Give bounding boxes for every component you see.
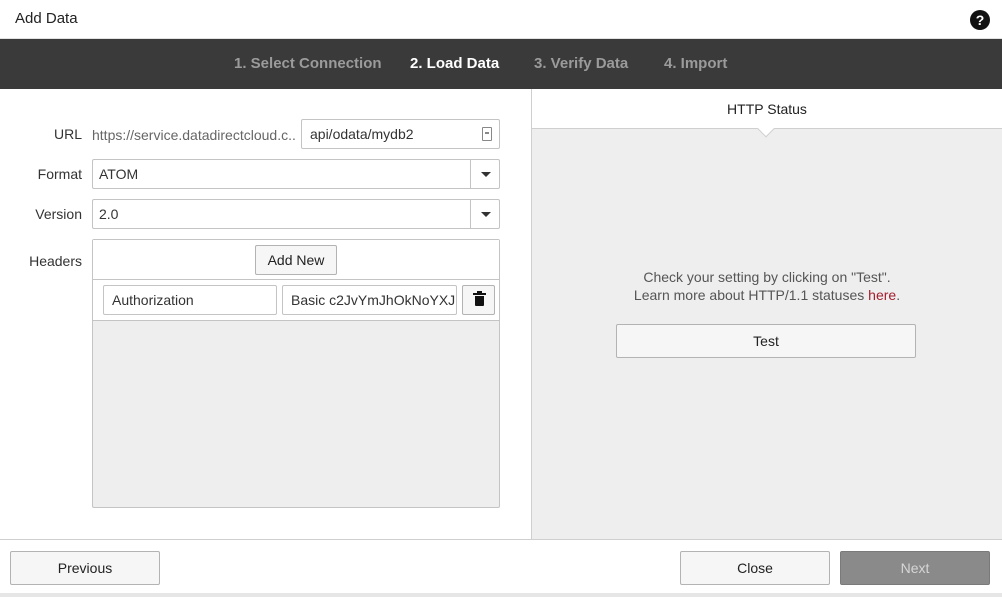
header-name-value: Authorization	[112, 292, 194, 308]
load-data-form: URL https://service.datadirectcloud.c...…	[0, 89, 531, 539]
status-message-text: Learn more about HTTP/1.1 statuses	[633, 287, 869, 303]
trash-icon-body	[475, 296, 484, 306]
dialog-title: Add Data	[15, 10, 78, 27]
chevron-down-icon[interactable]	[470, 160, 499, 188]
step-import[interactable]: 4. Import	[664, 55, 727, 72]
status-message-line2: Learn more about HTTP/1.1 statuses here.	[532, 287, 1002, 303]
step-verify-data[interactable]: 3. Verify Data	[534, 55, 628, 72]
version-value: 2.0	[99, 206, 119, 222]
format-label: Format	[37, 166, 82, 182]
header-value-input[interactable]: Basic c2JvYmJhOkNoYXJpe	[282, 285, 457, 315]
header-name-input[interactable]: Authorization	[103, 285, 277, 315]
format-select[interactable]: ATOM	[92, 159, 500, 189]
url-base-text: https://service.datadirectcloud.c...	[92, 127, 297, 143]
close-button[interactable]: Close	[680, 551, 830, 585]
http-status-panel: HTTP Status Check your setting by clicki…	[531, 89, 1002, 539]
wizard-steps: 1. Select Connection 2. Load Data 3. Ver…	[0, 39, 1002, 89]
headers-toolbar: Add New	[93, 240, 499, 280]
step-select-connection[interactable]: 1. Select Connection	[234, 55, 382, 72]
dialog-titlebar: Add Data ?	[0, 0, 1002, 39]
url-path-input[interactable]: api/odata/mydb2	[301, 119, 500, 149]
test-button[interactable]: Test	[616, 324, 916, 358]
step-load-data[interactable]: 2. Load Data	[410, 55, 499, 72]
status-message-line1: Check your setting by clicking on "Test"…	[643, 269, 891, 285]
delete-header-button[interactable]	[462, 285, 495, 315]
version-label: Version	[35, 206, 82, 222]
trash-icon	[473, 293, 486, 295]
help-icon[interactable]: ?	[970, 10, 990, 30]
dialog-footer: Previous Close Next	[0, 539, 1002, 597]
header-value-value: Basic c2JvYmJhOkNoYXJpe	[291, 292, 457, 308]
chevron-down-icon[interactable]	[470, 200, 499, 228]
format-value: ATOM	[99, 166, 139, 182]
http-statuses-link[interactable]: here	[868, 287, 896, 303]
bottom-edge	[0, 593, 1002, 597]
previous-button[interactable]: Previous	[10, 551, 160, 585]
contact-card-icon	[482, 127, 492, 141]
headers-label: Headers	[29, 253, 82, 269]
add-header-button[interactable]: Add New	[255, 245, 337, 275]
headers-panel: Add New Authorization Basic c2JvYmJhOkNo…	[92, 239, 500, 508]
url-path-value: api/odata/mydb2	[310, 126, 414, 142]
url-label: URL	[53, 126, 82, 142]
next-button[interactable]: Next	[840, 551, 990, 585]
version-select[interactable]: 2.0	[92, 199, 500, 229]
status-message-suffix: .	[896, 287, 901, 303]
header-row: Authorization Basic c2JvYmJhOkNoYXJpe	[93, 280, 499, 321]
